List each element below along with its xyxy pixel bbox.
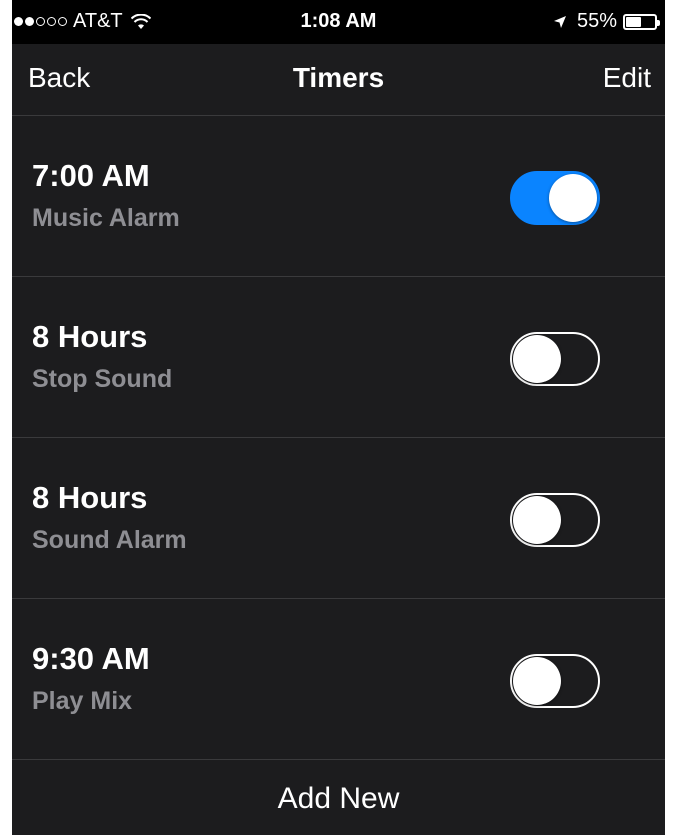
timer-label: Stop Sound — [32, 365, 173, 393]
timer-time: 8 Hours — [32, 319, 148, 354]
battery-tip — [657, 19, 660, 26]
status-bar: AT&T 1:08 AM 55% — [12, 0, 665, 44]
timer-toggle[interactable] — [510, 654, 600, 708]
timer-row[interactable]: 9:30 AM Play Mix — [12, 599, 665, 760]
timer-label: Sound Alarm — [32, 526, 187, 554]
battery-icon — [623, 13, 660, 30]
edit-button[interactable]: Edit — [603, 62, 651, 94]
timer-list: 7:00 AM Music Alarm 8 Hours Stop Sound 8… — [12, 116, 665, 760]
timer-label: Music Alarm — [32, 204, 180, 232]
timer-toggle[interactable] — [510, 493, 600, 547]
timer-row[interactable]: 8 Hours Sound Alarm — [12, 438, 665, 599]
timer-label: Play Mix — [32, 687, 133, 715]
timer-time: 7:00 AM — [32, 158, 150, 193]
toggle-knob — [549, 174, 597, 222]
timer-toggle[interactable] — [510, 332, 600, 386]
toggle-knob — [513, 496, 561, 544]
location-arrow-icon — [553, 15, 566, 28]
toggle-knob — [513, 335, 561, 383]
battery-percent: 55% — [576, 10, 617, 32]
page-title: Timers — [292, 62, 385, 93]
add-new-button[interactable]: Add New — [12, 762, 665, 835]
timer-row[interactable]: 8 Hours Stop Sound — [12, 277, 665, 438]
timer-row[interactable]: 7:00 AM Music Alarm — [12, 116, 665, 277]
timer-time: 9:30 AM — [32, 641, 150, 676]
timer-time: 8 Hours — [32, 480, 148, 515]
status-right: 55% — [553, 10, 660, 33]
toggle-knob — [513, 657, 561, 705]
screen: AT&T 1:08 AM 55% Back Timers Edit 7:00 A… — [12, 0, 665, 835]
timer-toggle[interactable] — [510, 171, 600, 225]
battery-level-fill — [626, 16, 642, 27]
navigation-bar: Back Timers Edit — [12, 44, 665, 116]
